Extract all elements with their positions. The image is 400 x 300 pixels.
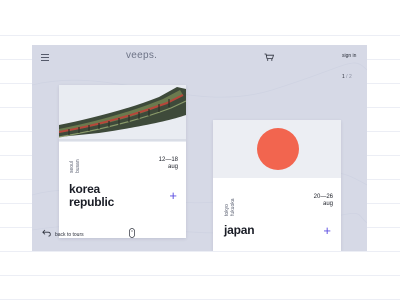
- japan-country-name: japan: [224, 223, 255, 237]
- city-busan: busan: [75, 159, 81, 173]
- korea-cities: seoul busan: [69, 159, 81, 173]
- pager-current: 1: [342, 74, 345, 80]
- top-bar: veeps. sign in: [32, 45, 367, 69]
- japan-add-button[interactable]: +: [323, 224, 331, 237]
- korea-country-line2: republic: [69, 195, 115, 209]
- logo[interactable]: veeps.: [126, 50, 157, 61]
- japan-flag-header: [213, 120, 341, 178]
- tour-card-korea[interactable]: seoul busan 12—18 aug korea republic +: [59, 85, 186, 238]
- korea-month: aug: [167, 164, 178, 170]
- back-arrow-icon[interactable]: [42, 229, 51, 237]
- korea-date-range: 12—18: [158, 157, 178, 163]
- pager-separator: /: [346, 74, 348, 80]
- japan-dates: 20—26 aug: [314, 194, 333, 208]
- japan-cities: tokyo fukuoka: [224, 198, 236, 216]
- sign-in-link[interactable]: sign in: [342, 53, 356, 59]
- japan-date-range: 20—26: [313, 194, 333, 200]
- japan-month: aug: [322, 201, 333, 207]
- temple-roof-photo: [59, 85, 186, 142]
- rising-sun-circle: [257, 128, 299, 170]
- korea-dates: 12—18 aug: [159, 157, 178, 171]
- app-window: veeps. sign in 1 / 2 seoul busan 12—18 a…: [32, 45, 367, 251]
- tour-card-japan[interactable]: tokyo fukuoka 20—26 aug japan +: [213, 120, 341, 251]
- pager-total: 2: [348, 74, 352, 80]
- menu-icon[interactable]: [41, 54, 49, 61]
- back-to-tours-link[interactable]: back to tours: [55, 232, 84, 238]
- korea-country-name: korea republic: [69, 183, 149, 209]
- mouse-scroll-icon: [129, 228, 135, 238]
- cart-icon[interactable]: [264, 53, 274, 61]
- pager: 1 / 2: [342, 74, 352, 80]
- korea-add-button[interactable]: +: [169, 189, 177, 202]
- city-fukuoka: fukuoka: [230, 198, 236, 216]
